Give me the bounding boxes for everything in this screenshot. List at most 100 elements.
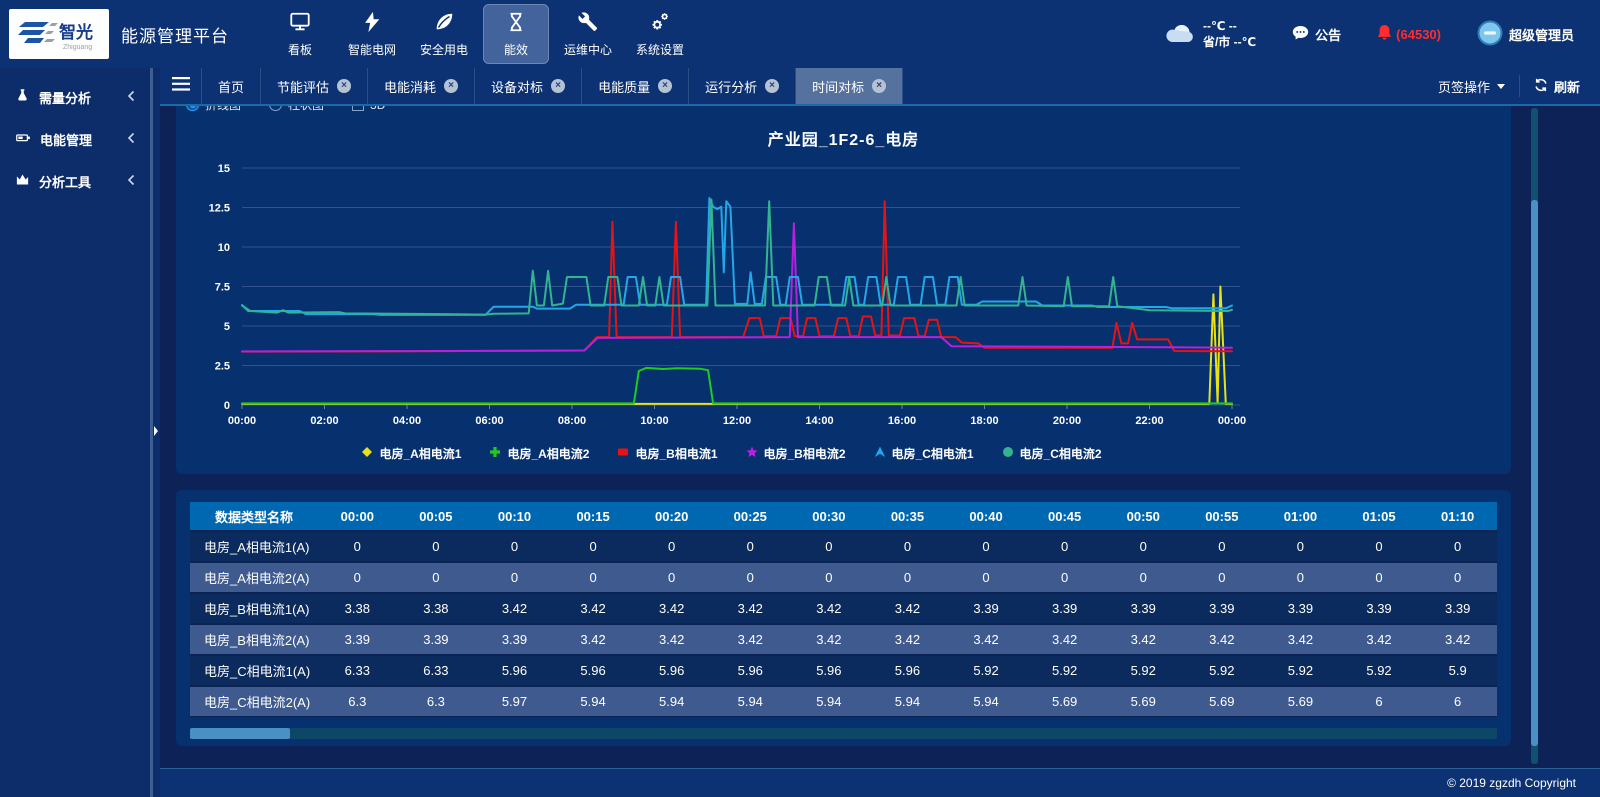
line-chart: 02.557.51012.51500:0002:0004:0006:0008:0… [194,152,1269,442]
sidebar-item-label: 需量分析 [39,88,91,107]
value-cell: 3.42 [868,624,947,655]
legend-item-电房_A相电流2[interactable]: 电房_A相电流2 [489,445,589,462]
value-cell: 0 [711,531,790,562]
checkbox-3D[interactable]: 3D [352,106,385,113]
tab-设备对标[interactable]: 设备对标× [475,68,582,104]
value-cell: 5.94 [554,686,633,717]
radio-折线图[interactable]: 折线图 [186,106,241,113]
user-name: 超级管理员 [1509,25,1574,44]
legend-item-电房_C相电流2[interactable]: 电房_C相电流2 [1002,445,1102,462]
legend-item-电房_B相电流1[interactable]: 电房_B相电流1 [617,445,717,462]
table-panel: 数据类型名称00:0000:0500:1000:1500:2000:2500:3… [176,490,1511,746]
horizontal-scrollbar[interactable] [190,728,1497,739]
radio-indicator[interactable] [269,106,282,111]
radio-柱状图[interactable]: 柱状图 [269,106,324,113]
tab-电能质量[interactable]: 电能质量× [582,68,689,104]
value-cell: 3.42 [711,593,790,624]
checkbox-indicator[interactable] [352,106,364,111]
value-cell: 0 [632,531,711,562]
value-cell: 0 [947,562,1026,593]
nav-label: 能效 [504,41,528,58]
time-column-header: 00:25 [711,502,790,531]
user-menu[interactable]: 超级管理员 [1477,20,1574,49]
legend-label: 电房_C相电流1 [892,445,974,462]
close-tab-icon[interactable]: × [337,79,351,93]
avatar [1477,20,1503,49]
power-management-icon [15,130,31,148]
nav-item-dashboard[interactable]: 看板 [267,4,333,64]
value-cell: 3.38 [397,593,476,624]
option-label: 3D [370,106,385,112]
sidebar-item-demand-analysis[interactable]: 需量分析 [0,76,148,118]
demand-analysis-icon [15,88,30,106]
value-cell: 3.42 [790,624,869,655]
value-cell: 5.9 [1418,655,1497,686]
svg-text:12.5: 12.5 [209,203,230,215]
refresh-button[interactable]: 刷新 [1534,77,1600,96]
close-tab-icon[interactable]: × [765,79,779,93]
alarm-button[interactable]: (64530) [1377,24,1441,44]
sidebar-item-analysis-tools[interactable]: 分析工具 [0,160,148,202]
value-cell: 5.92 [1261,655,1340,686]
chart-title: 产业园_1F2-6_电房 [176,126,1511,150]
nav-item-ops-center[interactable]: 运维中心 [555,4,621,64]
rect-marker-icon [617,446,629,461]
sidebar-collapse-handle[interactable] [153,424,159,442]
nav-item-system-settings[interactable]: 系统设置 [627,4,693,64]
time-column-header: 00:35 [868,502,947,531]
tab-operations-label: 页签操作 [1438,77,1490,96]
chart-panel: 折线图 柱状图 3D 产业园_1F2-6_电房 02.557.51012.51500… [176,106,1511,474]
svg-text:00:00: 00:00 [228,415,256,427]
table-row: 电房_B相电流2(A)3.393.393.393.423.423.423.423… [190,624,1497,655]
time-column-header: 00:55 [1183,502,1262,531]
horizontal-scrollbar-thumb[interactable] [190,728,290,739]
legend-item-电房_B相电流2[interactable]: 电房_B相电流2 [746,445,846,462]
sidebar-divider [148,68,160,797]
nav-item-smart-grid[interactable]: 智能电网 [339,4,405,64]
tab-首页[interactable]: 首页 [202,68,261,104]
notice-button[interactable]: 公告 [1292,25,1341,44]
legend-item-电房_C相电流1[interactable]: 电房_C相电流1 [874,445,974,462]
value-cell: 0 [1340,531,1419,562]
radio-indicator[interactable] [186,106,199,111]
value-cell: 0 [1025,531,1104,562]
value-cell: 3.42 [1183,624,1262,655]
value-cell: 0 [711,562,790,593]
value-cell: 3.42 [475,593,554,624]
time-column-header: 00:05 [397,502,476,531]
time-column-header: 00:10 [475,502,554,531]
time-column-header: 00:30 [790,502,869,531]
row-label: 电房_C相电流2(A) [190,686,318,717]
copyright-text: © 2019 zgzdh Copyright [1447,776,1576,790]
tab-电能消耗[interactable]: 电能消耗× [368,68,475,104]
nav-item-safe-power[interactable]: 安全用电 [411,4,477,64]
hamburger-menu-button[interactable] [160,68,202,104]
svg-text:04:00: 04:00 [393,415,421,427]
sidebar-item-power-management[interactable]: 电能管理 [0,118,148,160]
value-cell: 5.94 [632,686,711,717]
logo-text: 智光 [59,22,93,42]
value-cell: 0 [318,562,397,593]
value-cell: 0 [554,531,633,562]
tab-operations-dropdown[interactable]: 页签操作 [1438,77,1505,96]
close-tab-icon[interactable]: × [658,79,672,93]
table-row: 电房_C相电流1(A)6.336.335.965.965.965.965.965… [190,655,1497,686]
tab-运行分析[interactable]: 运行分析× [689,68,796,104]
value-cell: 3.42 [711,624,790,655]
tab-节能评估[interactable]: 节能评估× [261,68,368,104]
close-tab-icon[interactable]: × [872,79,886,93]
vertical-scrollbar[interactable] [1531,108,1538,764]
refresh-label: 刷新 [1554,77,1580,96]
nav-item-energy-efficiency[interactable]: 能效 [483,4,549,64]
close-tab-icon[interactable]: × [444,79,458,93]
value-cell: 0 [554,562,633,593]
chevron-left-icon [127,132,135,147]
legend-label: 电房_B相电流1 [635,445,717,462]
legend-item-电房_A相电流1[interactable]: 电房_A相电流1 [361,445,461,462]
value-cell: 3.39 [397,624,476,655]
close-tab-icon[interactable]: × [551,79,565,93]
tab-时间对标[interactable]: 时间对标× [796,68,903,104]
vertical-scrollbar-thumb[interactable] [1531,200,1538,746]
alarm-count: (64530) [1396,27,1441,42]
value-cell: 5.69 [1104,686,1183,717]
